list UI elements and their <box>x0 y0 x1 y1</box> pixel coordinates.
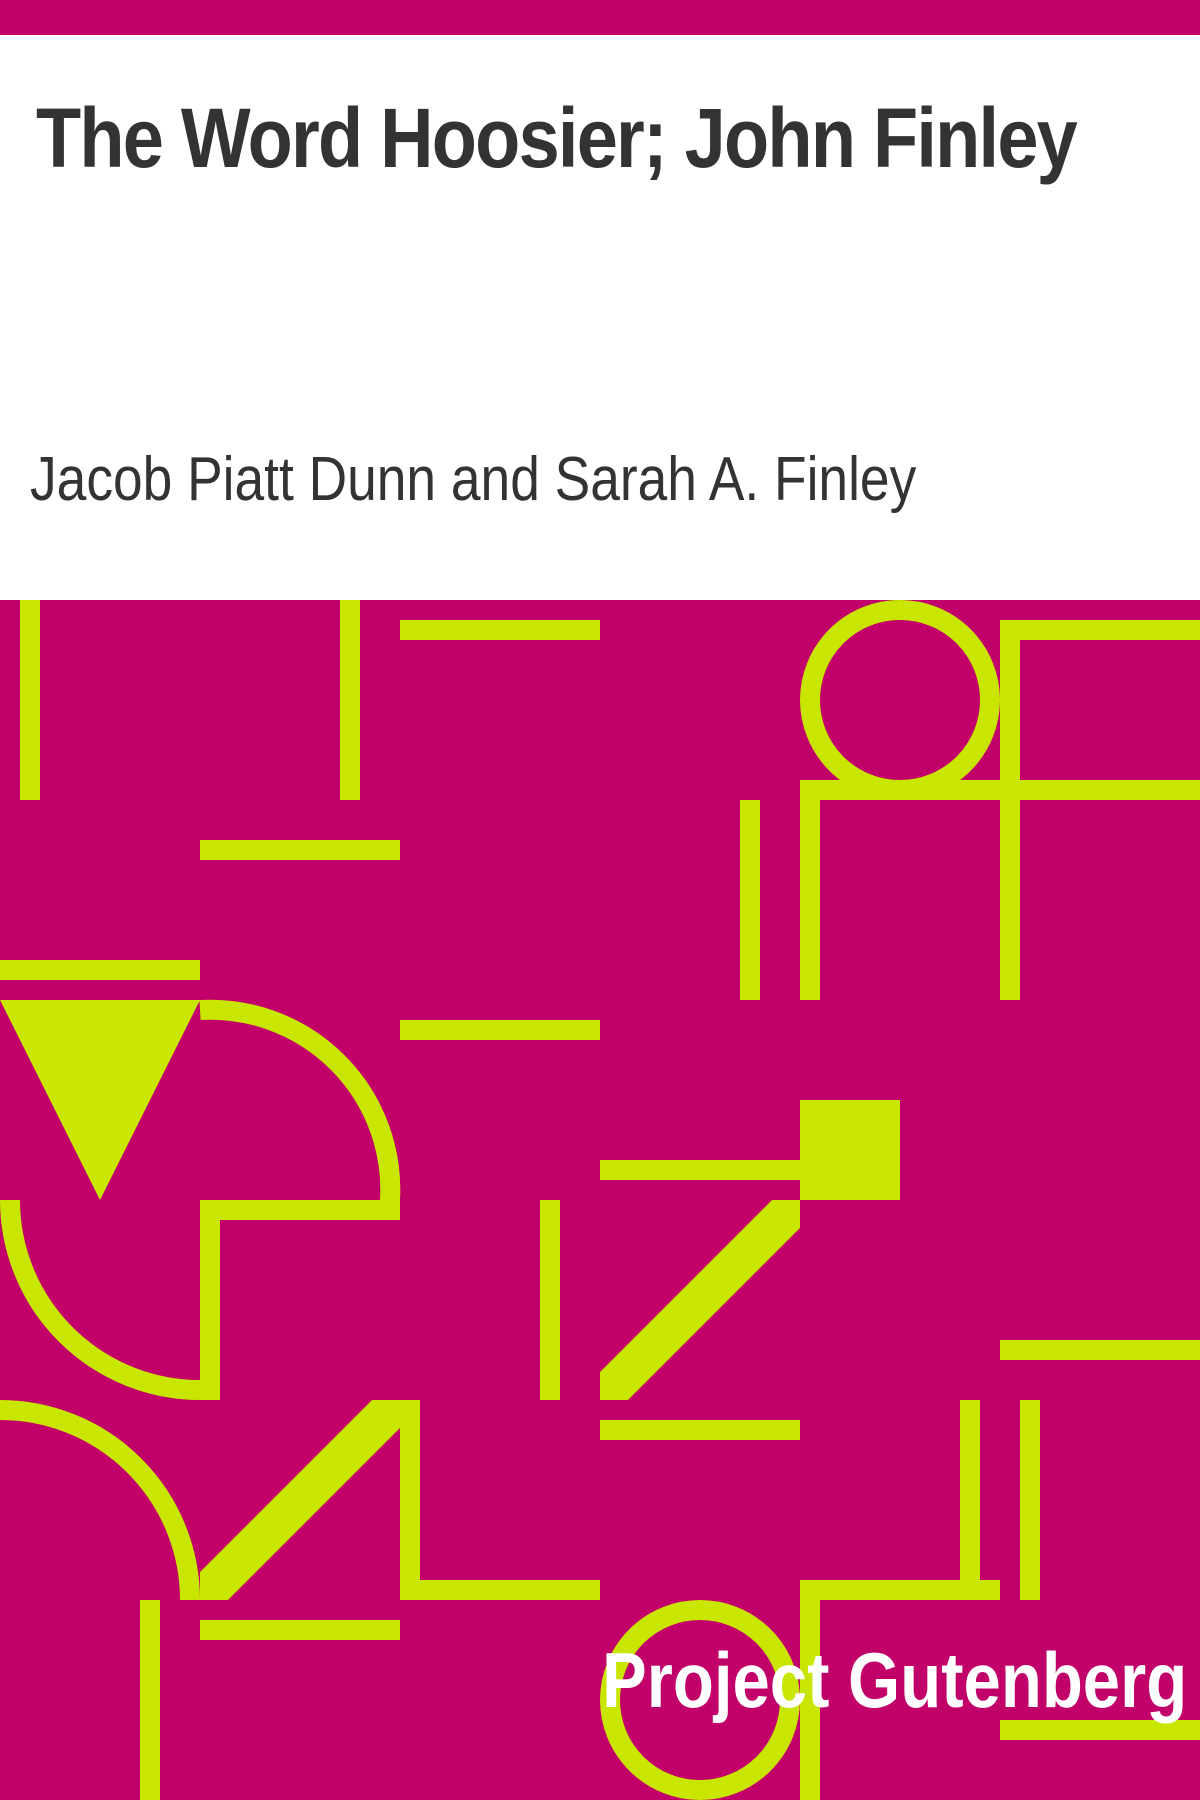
pattern-bar <box>600 1160 800 1180</box>
pattern-bar <box>400 1020 600 1040</box>
pattern-square <box>800 1100 900 1200</box>
pattern-bar <box>200 840 400 860</box>
top-color-band <box>0 0 1200 35</box>
book-title: The Word Hoosier; John Finley <box>36 91 1078 185</box>
pattern-bar <box>800 780 1200 800</box>
publisher-name: Project Gutenberg <box>602 1636 1188 1724</box>
geometric-pattern <box>0 600 1200 1800</box>
pattern-bar <box>340 600 360 800</box>
pattern-bar <box>400 620 600 640</box>
pattern-bar <box>0 960 200 980</box>
pattern-bar <box>400 1580 600 1600</box>
book-cover: The Word Hoosier; John Finley Jacob Piat… <box>0 0 1200 1800</box>
pattern-bar <box>200 1620 400 1640</box>
pattern-bar <box>1000 620 1200 640</box>
pattern-bar <box>740 800 760 1000</box>
pattern-bar <box>20 600 40 800</box>
pattern-bar <box>800 1580 1000 1600</box>
book-author: Jacob Piatt Dunn and Sarah A. Finley <box>30 445 917 514</box>
pattern-bar <box>140 1600 160 1800</box>
pattern-bar <box>1000 620 1020 1000</box>
pattern-bar <box>800 780 820 1000</box>
pattern-bar <box>1020 1400 1040 1600</box>
pattern-bar <box>540 1200 560 1400</box>
pattern-bar <box>1000 1340 1200 1360</box>
pattern-bar <box>400 1400 420 1600</box>
pattern-bar <box>960 1400 980 1600</box>
pattern-bar <box>600 1420 800 1440</box>
